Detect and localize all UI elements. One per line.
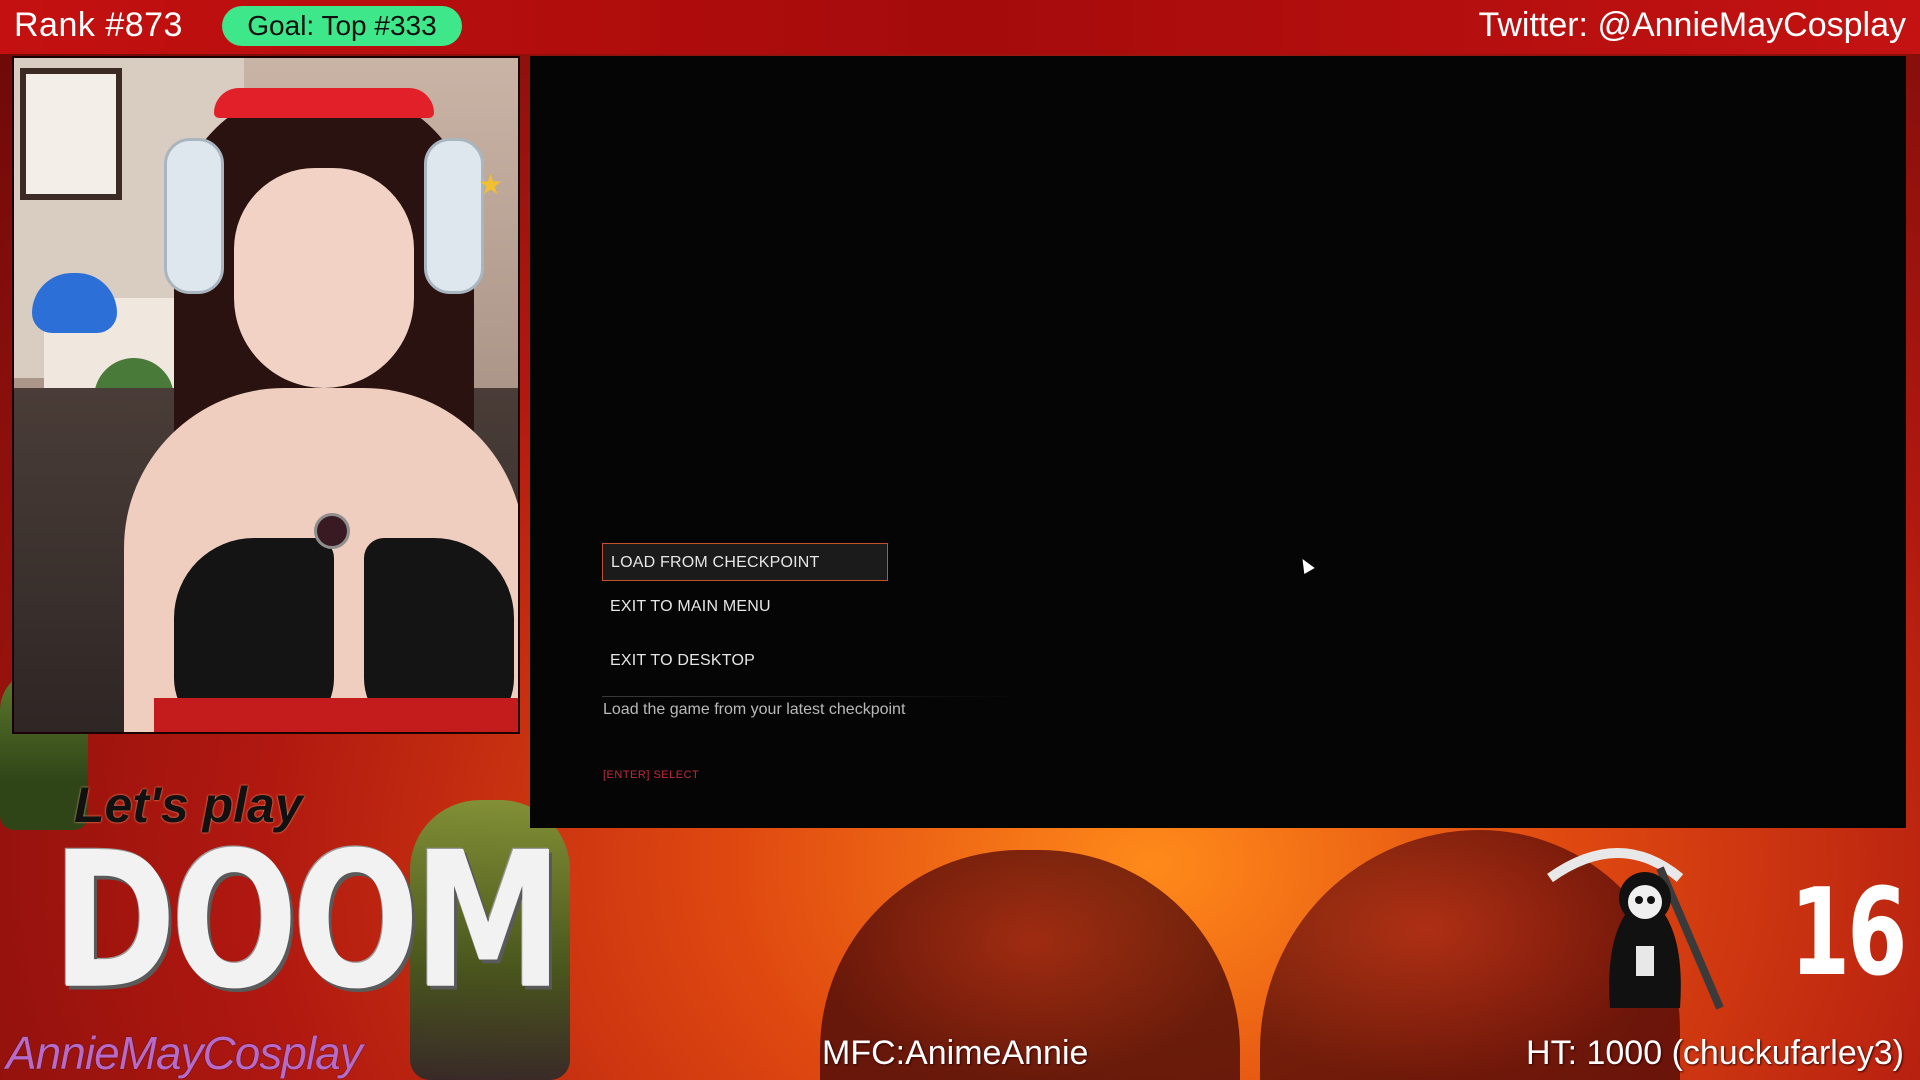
streamer-face xyxy=(234,168,414,388)
high-tip-label: HT: 1000 (chuckufarley3) xyxy=(1526,1034,1904,1072)
mfc-handle: MFC:AnimeAnnie xyxy=(822,1034,1089,1072)
menu-divider xyxy=(602,696,1022,697)
doom-logo: DOOM xyxy=(52,813,563,1031)
mouse-pointer-icon xyxy=(1297,555,1315,575)
goal-badge: Goal: Top #333 xyxy=(222,6,462,46)
menu-select-hint: [ENTER] SELECT xyxy=(603,769,700,781)
twitter-handle: Twitter: @AnnieMayCosplay xyxy=(1478,6,1906,44)
headphone-left xyxy=(164,138,224,294)
webcam-feed: ★ xyxy=(12,56,520,734)
rank-label: Rank #873 xyxy=(14,6,183,44)
star-icon: ★ xyxy=(478,169,504,200)
streamer-headband xyxy=(214,88,434,118)
menu-load-checkpoint[interactable]: LOAD FROM CHECKPOINT xyxy=(602,543,888,581)
brand-name: AnnieMayCosplay xyxy=(6,1027,363,1079)
stream-counter: 16 xyxy=(1790,864,1907,1003)
grim-reaper-icon xyxy=(1547,848,1724,1010)
costume-skirt xyxy=(154,698,518,732)
necklace-pendant xyxy=(314,513,350,549)
menu-description: Load the game from your latest checkpoin… xyxy=(603,701,906,718)
menu-exit-main-menu[interactable]: EXIT TO MAIN MENU xyxy=(610,598,771,616)
headphone-right xyxy=(424,138,484,294)
game-screen: LOAD FROM CHECKPOINT EXIT TO MAIN MENU E… xyxy=(530,56,1906,828)
menu-exit-desktop[interactable]: EXIT TO DESKTOP xyxy=(610,652,755,670)
webcam-wall-frame xyxy=(20,68,122,200)
